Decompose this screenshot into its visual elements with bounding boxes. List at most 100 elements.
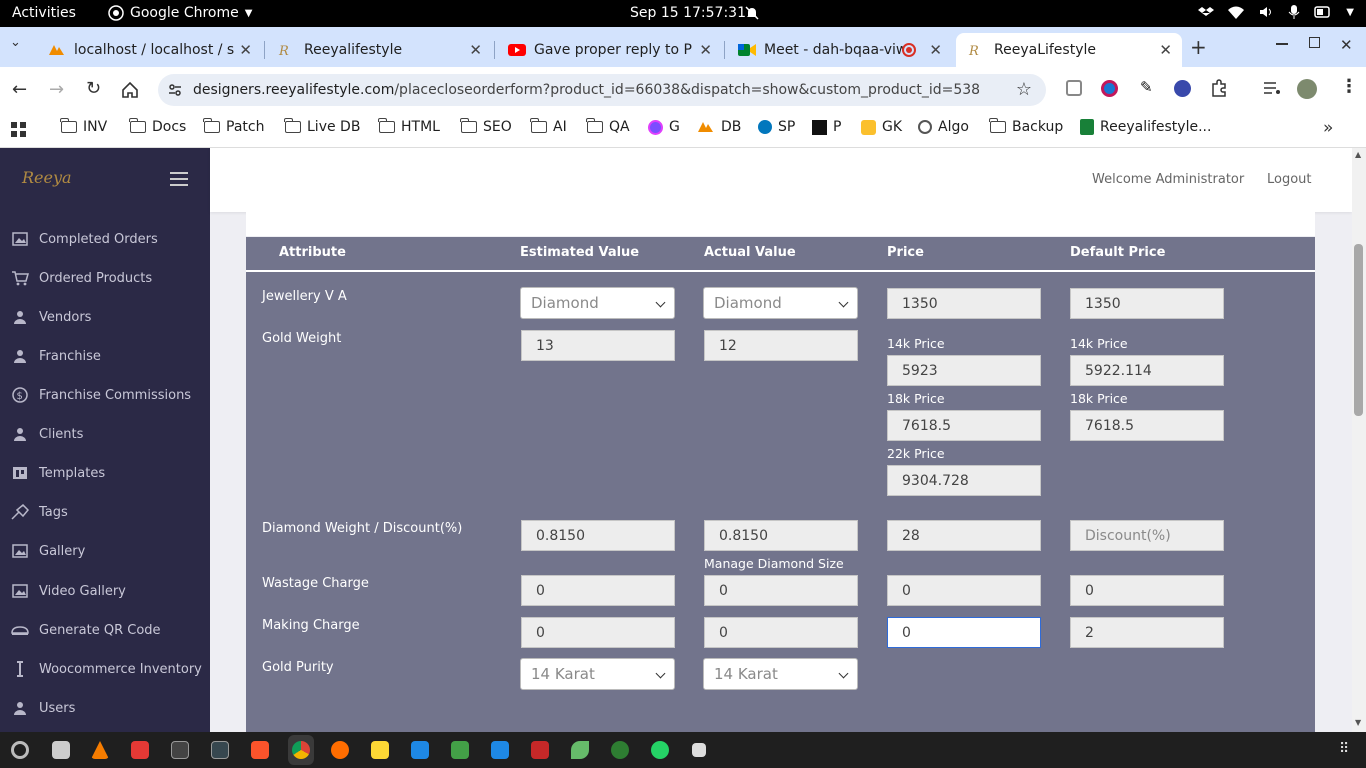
text-editor-icon[interactable] <box>491 741 509 759</box>
wastage-estimated-input[interactable]: 0 <box>521 575 675 606</box>
calc-icon[interactable] <box>451 741 469 759</box>
sidebar-item-woocommerce-inventory[interactable]: Woocommerce Inventory <box>0 655 210 683</box>
bookmark-folder[interactable]: HTML <box>378 118 440 135</box>
making-default-input[interactable]: 2 <box>1070 617 1224 648</box>
back-icon[interactable]: ← <box>12 79 27 100</box>
chrome-icon[interactable] <box>292 741 310 759</box>
price-18k-input[interactable]: 7618.5 <box>887 410 1041 441</box>
purity-actual-select[interactable]: 14 Karat <box>703 658 858 690</box>
restore-button[interactable] <box>1309 37 1320 48</box>
system-monitor-icon[interactable] <box>211 741 229 759</box>
purity-estimated-select[interactable]: 14 Karat <box>520 658 675 690</box>
making-price-input[interactable]: 0 <box>887 617 1041 648</box>
whatsapp-icon[interactable] <box>651 741 669 759</box>
filezilla-icon[interactable] <box>531 741 549 759</box>
hamburger-menu-icon[interactable] <box>170 172 188 186</box>
close-window-button[interactable]: ✕ <box>1340 36 1353 54</box>
close-icon[interactable]: ✕ <box>1159 41 1172 59</box>
making-actual-input[interactable]: 0 <box>704 617 858 648</box>
minimize-button[interactable] <box>1276 43 1288 45</box>
sidebar-item-clients[interactable]: Clients <box>0 420 210 448</box>
wastage-default-input[interactable]: 0 <box>1070 575 1224 606</box>
logout-link[interactable]: Logout <box>1267 172 1312 187</box>
gold-weight-actual-input[interactable]: 12 <box>704 330 858 361</box>
bookmark-folder[interactable]: INV <box>60 118 107 135</box>
reload-icon[interactable]: ↻ <box>86 78 101 99</box>
extension-icon[interactable] <box>1174 80 1191 97</box>
default-14k-input[interactable]: 5922.114 <box>1070 355 1224 386</box>
price-22k-input[interactable]: 9304.728 <box>887 465 1041 496</box>
extension-icon[interactable] <box>1101 80 1118 97</box>
jewellery-price-input[interactable]: 1350 <box>887 288 1041 319</box>
extension-icon[interactable] <box>1066 80 1082 96</box>
making-estimated-input[interactable]: 0 <box>521 617 675 648</box>
site-info-icon[interactable] <box>167 82 183 98</box>
close-icon[interactable]: ✕ <box>929 41 942 59</box>
close-icon[interactable]: ✕ <box>239 41 252 59</box>
clock[interactable]: Sep 15 17:57:31 <box>630 5 746 21</box>
address-bar[interactable]: designers.reeyalifestyle.com/placecloseo… <box>158 74 1046 106</box>
apps-grid-icon[interactable] <box>11 122 27 138</box>
puzzle-icon[interactable] <box>1210 79 1228 97</box>
jewellery-actual-select[interactable]: Diamond <box>703 287 858 319</box>
sidebar-item-vendors[interactable]: Vendors <box>0 303 210 331</box>
show-apps-icon[interactable]: ⠿ <box>1339 741 1349 757</box>
gold-weight-estimated-input[interactable]: 13 <box>521 330 675 361</box>
terminal-icon[interactable] <box>171 741 189 759</box>
browser-tab[interactable]: R Reeyalifestyle ✕ <box>266 33 492 67</box>
sidebar-item-completed-orders[interactable]: Completed Orders <box>0 225 210 253</box>
jewellery-default-price-input[interactable]: 1350 <box>1070 288 1224 319</box>
logo[interactable]: Reeya <box>22 168 72 187</box>
browser-tab[interactable]: localhost / localhost / s ✕ <box>36 33 262 67</box>
bookmark-link[interactable]: DB <box>697 119 741 135</box>
system-tray[interactable]: ▼ <box>1198 4 1354 20</box>
sidebar-item-franchise[interactable]: Franchise <box>0 342 210 370</box>
app-menu[interactable]: Google Chrome ▼ <box>108 5 252 21</box>
bookmark-folder[interactable]: AI <box>530 118 567 135</box>
postman-icon[interactable] <box>331 741 349 759</box>
diamond-weight-estimated-input[interactable]: 0.8150 <box>521 520 675 551</box>
browser-tab[interactable]: Meet - dah-bqaa-viw ✕ <box>726 33 952 67</box>
wastage-actual-input[interactable]: 0 <box>704 575 858 606</box>
app-icon[interactable] <box>692 743 706 757</box>
bookmark-folder[interactable]: Patch <box>203 118 264 135</box>
jewellery-estimated-select[interactable]: Diamond <box>520 287 675 319</box>
hs-icon[interactable] <box>611 741 629 759</box>
scrollbar-thumb[interactable] <box>1354 244 1363 416</box>
sidebar-item-franchise-commissions[interactable]: $ Franchise Commissions <box>0 381 210 409</box>
wastage-price-input[interactable]: 0 <box>887 575 1041 606</box>
sidebar-item-video-gallery[interactable]: Video Gallery <box>0 577 210 605</box>
bookmark-link[interactable]: SP <box>758 119 795 135</box>
price-14k-input[interactable]: 5923 <box>887 355 1041 386</box>
sidebar-item-gallery[interactable]: Gallery <box>0 537 210 565</box>
activities-button[interactable]: Activities <box>12 5 76 21</box>
tab-search-icon[interactable]: ⌄ <box>10 35 21 50</box>
home-icon[interactable] <box>121 81 139 99</box>
bookmark-folder[interactable]: QA <box>586 118 630 135</box>
bookmark-folder[interactable]: SEO <box>460 118 512 135</box>
eyedropper-icon[interactable]: ✎ <box>1140 78 1153 96</box>
diamond-price-input[interactable]: 28 <box>887 520 1041 551</box>
sidebar-item-tags[interactable]: Tags <box>0 498 210 526</box>
kebab-menu-icon[interactable]: ⋮ <box>1340 76 1358 97</box>
bookmark-folder[interactable]: Live DB <box>284 118 360 135</box>
vlc-icon[interactable] <box>91 741 109 759</box>
diamond-weight-actual-input[interactable]: 0.8150 <box>704 520 858 551</box>
browser-tab[interactable]: Gave proper reply to Pa ✕ <box>496 33 722 67</box>
close-icon[interactable]: ✕ <box>469 41 482 59</box>
bookmark-link[interactable]: P <box>812 119 841 135</box>
mint-icon[interactable] <box>571 741 589 759</box>
sidebar-item-templates[interactable]: Templates <box>0 459 210 487</box>
media-control-icon[interactable] <box>1263 81 1281 95</box>
bookmark-link[interactable]: Algo <box>918 119 969 135</box>
bookmark-link[interactable]: Reeyalifestyle... <box>1080 119 1211 135</box>
sidebar-item-generate-qr-code[interactable]: Generate QR Code <box>0 616 210 644</box>
files-icon[interactable] <box>52 741 70 759</box>
anydesk-icon[interactable] <box>131 741 149 759</box>
vscode-icon[interactable] <box>411 741 429 759</box>
page-scrollbar[interactable]: ▲ ▼ <box>1352 148 1366 732</box>
forward-icon[interactable]: → <box>49 79 64 100</box>
bookmark-star-icon[interactable]: ☆ <box>1016 79 1032 100</box>
close-icon[interactable]: ✕ <box>699 41 712 59</box>
bookmark-link[interactable]: GK <box>861 119 902 135</box>
